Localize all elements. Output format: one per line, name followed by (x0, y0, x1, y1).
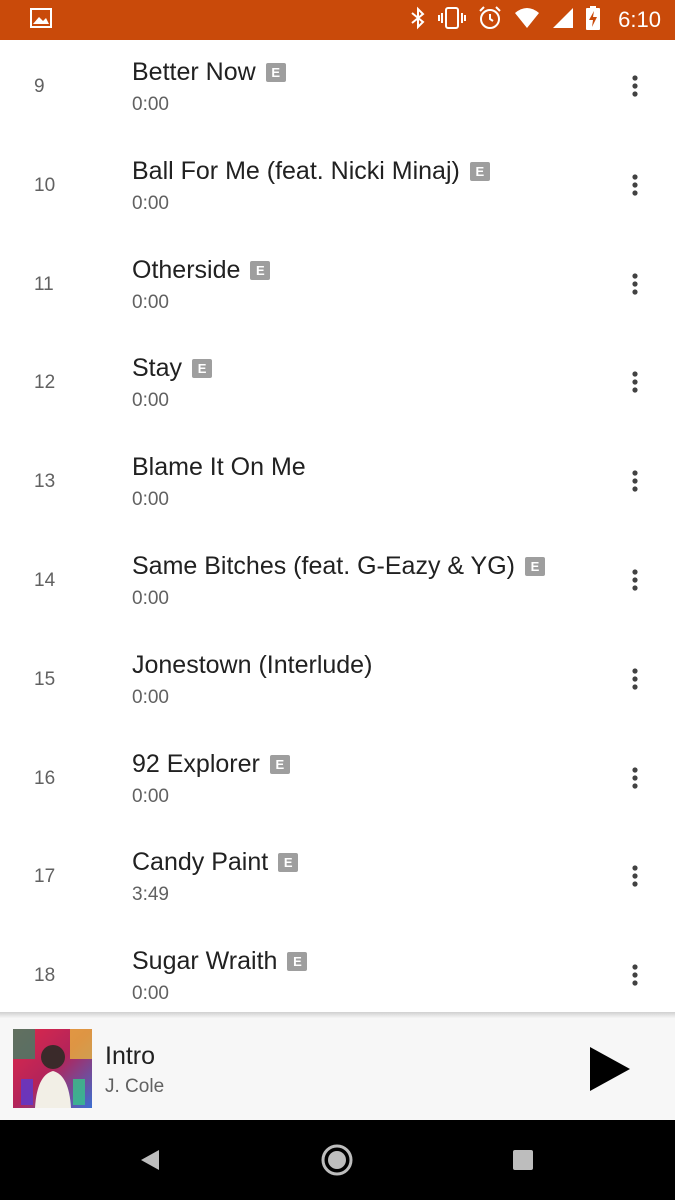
track-row[interactable]: 16 92 Explorer E 0:00 (0, 732, 675, 831)
track-duration: 3:49 (132, 884, 169, 906)
album-art[interactable] (13, 1029, 92, 1108)
vibrate-icon (438, 6, 467, 35)
track-number: 16 (34, 767, 56, 789)
track-title: Stay (132, 354, 183, 383)
explicit-badge: E (278, 853, 299, 873)
more-options-icon[interactable] (623, 469, 647, 493)
home-icon[interactable] (319, 1142, 355, 1178)
battery-charging-icon (586, 5, 601, 35)
track-row[interactable]: 15 Jonestown (Interlude) 0:00 (0, 633, 675, 732)
track-number: 11 (34, 273, 54, 295)
track-row[interactable]: 18 Sugar Wraith E 0:00 (0, 929, 675, 1012)
explicit-badge: E (469, 161, 490, 181)
track-number: 18 (34, 965, 56, 987)
track-duration: 0:00 (132, 390, 169, 412)
explicit-badge: E (265, 63, 286, 82)
track-row[interactable]: 14 Same Bitches (feat. G-Eazy & YG) E 0:… (0, 534, 675, 633)
track-number: 17 (34, 866, 56, 888)
track-number: 15 (34, 668, 56, 690)
track-list[interactable]: 9 Better Now E 0:00 10 Ball For Me (feat… (0, 40, 675, 1012)
play-icon[interactable] (585, 1042, 635, 1096)
track-row[interactable]: 12 Stay E 0:00 (0, 336, 675, 435)
now-playing-bar[interactable]: Intro J. Cole (0, 1018, 675, 1120)
more-options-icon[interactable] (623, 963, 647, 987)
track-title: Sugar Wraith (132, 947, 278, 976)
track-duration: 0:00 (132, 489, 169, 511)
track-duration: 0:00 (132, 686, 169, 708)
track-row[interactable]: 11 Otherside E 0:00 (0, 238, 675, 337)
track-duration: 0:00 (132, 192, 169, 214)
track-title: Otherside (132, 255, 241, 284)
now-playing-title: Intro (105, 1042, 156, 1070)
track-number: 12 (34, 372, 56, 394)
bluetooth-icon (410, 6, 426, 35)
track-duration: 0:00 (132, 94, 169, 115)
explicit-badge: E (269, 754, 290, 774)
explicit-badge: E (192, 359, 213, 379)
track-number: 9 (34, 76, 45, 97)
track-duration: 0:00 (132, 587, 169, 609)
track-title: Ball For Me (feat. Nicki Minaj) (132, 156, 460, 185)
track-title: Blame It On Me (132, 453, 306, 482)
track-row[interactable]: 13 Blame It On Me 0:00 (0, 435, 675, 534)
more-options-icon[interactable] (623, 272, 647, 296)
track-title: 92 Explorer (132, 749, 260, 778)
track-row[interactable]: 9 Better Now E 0:00 (0, 40, 675, 139)
track-duration: 0:00 (132, 983, 169, 1005)
track-title: Candy Paint (132, 848, 269, 877)
system-nav-bar (0, 1120, 675, 1200)
track-title: Better Now (132, 58, 256, 86)
track-title: Same Bitches (feat. G-Eazy & YG) (132, 551, 516, 580)
more-options-icon[interactable] (623, 864, 647, 888)
more-options-icon[interactable] (623, 173, 647, 197)
recents-icon[interactable] (505, 1142, 541, 1178)
explicit-badge: E (525, 556, 546, 576)
now-playing-artist: J. Cole (105, 1076, 165, 1097)
track-number: 13 (34, 471, 56, 493)
more-options-icon[interactable] (623, 667, 647, 691)
status-bar: 6:10 (0, 0, 675, 40)
track-number: 14 (34, 569, 56, 591)
more-options-icon[interactable] (623, 766, 647, 790)
alarm-icon (478, 5, 502, 35)
more-options-icon[interactable] (623, 74, 647, 98)
status-time: 6:10 (618, 7, 661, 32)
image-icon (30, 7, 52, 33)
track-duration: 0:00 (132, 291, 169, 313)
more-options-icon[interactable] (623, 568, 647, 592)
signal-icon (552, 7, 574, 34)
track-number: 10 (34, 174, 56, 196)
back-icon[interactable] (132, 1142, 168, 1178)
track-duration: 0:00 (132, 785, 169, 807)
track-row[interactable]: 17 Candy Paint E 3:49 (0, 830, 675, 929)
explicit-badge: E (287, 952, 308, 972)
explicit-badge: E (250, 260, 271, 280)
track-title: Jonestown (Interlude) (132, 650, 373, 679)
more-options-icon[interactable] (623, 370, 647, 394)
track-row[interactable]: 10 Ball For Me (feat. Nicki Minaj) E 0:0… (0, 139, 675, 238)
wifi-icon (514, 7, 540, 34)
